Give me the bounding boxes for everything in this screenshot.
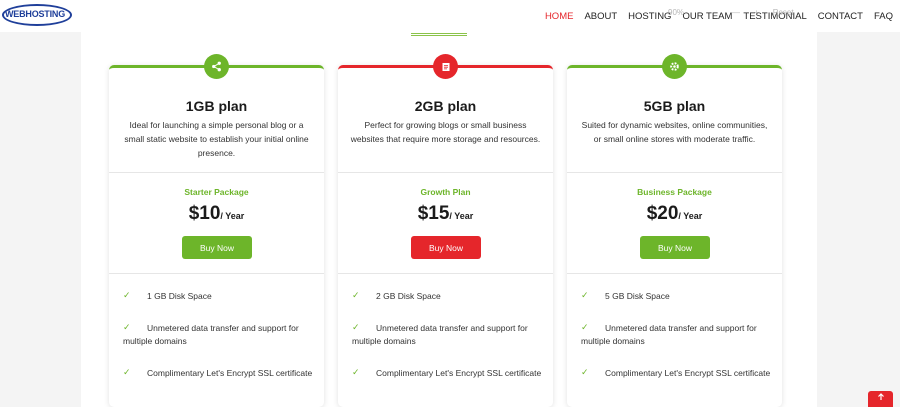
check-icon: ✓ [352,322,360,332]
plan-card-1gb: 1GB plan Ideal for launching a simple pe… [109,54,324,407]
price-amount: $15 [417,203,450,224]
feature-text: 5 GB Disk Space [605,291,670,301]
feature-item: ✓ 1 GB Disk Space [123,290,313,303]
buy-now-button[interactable]: Buy Now [411,236,481,259]
plan-description: Perfect for growing blogs or small busin… [350,120,541,144]
price-amount: $20 [646,203,679,224]
plan-price: $10/ Year [109,203,324,225]
plan-title: 2GB plan [414,98,477,114]
package-name: Business Package [637,187,712,197]
feature-text: Unmetered data transfer and support for … [352,323,528,346]
feature-item: ✓ Complimentary Let's Encrypt SSL certif… [352,367,542,380]
scroll-to-top-button[interactable] [868,391,893,407]
price-amount: $10 [188,203,221,224]
plan-title: 1GB plan [185,98,248,114]
document-icon [433,54,458,79]
feature-item: ✓ 2 GB Disk Space [352,290,542,303]
buy-now-button[interactable]: Buy Now [182,236,252,259]
divider [338,172,553,173]
price-period: / Year [220,211,245,221]
feature-text: Complimentary Let's Encrypt SSL certific… [605,368,771,378]
zoom-in-button[interactable]: + [754,8,759,17]
feature-item: ✓ Complimentary Let's Encrypt SSL certif… [581,367,771,380]
plan-card-5gb: 5GB plan Suited for dynamic websites, on… [567,54,782,407]
check-icon: ✓ [352,290,360,300]
header-bar: WEBHOSTING HOME ABOUT HOSTING OUR TEAM T… [0,0,900,32]
nav-home[interactable]: HOME [545,11,574,22]
zoom-overlay: 90% — + Reset [668,5,794,19]
section-divider [411,33,467,36]
buy-now-button[interactable]: Buy Now [640,236,710,259]
plan-description: Ideal for launching a simple personal bl… [124,120,309,158]
divider [567,273,782,274]
price-period: / Year [449,211,474,221]
feature-item: ✓ Unmetered data transfer and support fo… [581,322,771,348]
package-name: Growth Plan [420,187,471,197]
share-icon [204,54,229,79]
feature-text: Complimentary Let's Encrypt SSL certific… [376,368,542,378]
feature-text: Unmetered data transfer and support for … [581,323,757,346]
plan-price: $20/ Year [567,203,782,225]
check-icon: ✓ [123,322,131,332]
check-icon: ✓ [581,367,589,377]
plan-description: Suited for dynamic websites, online comm… [581,120,768,144]
price-period: / Year [678,211,703,221]
check-icon: ✓ [581,322,589,332]
feature-text: 2 GB Disk Space [376,291,441,301]
feature-text: 1 GB Disk Space [147,291,212,301]
check-icon: ✓ [581,290,589,300]
site-logo[interactable]: WEBHOSTING [2,4,72,26]
divider [109,273,324,274]
divider [109,172,324,173]
plan-card-2gb: 2GB plan Perfect for growing blogs or sm… [338,54,553,407]
arrow-up-icon [877,393,885,404]
feature-item: ✓ Unmetered data transfer and support fo… [123,322,313,348]
nav-faq[interactable]: FAQ [874,11,893,22]
feature-text: Unmetered data transfer and support for … [123,323,299,346]
check-icon: ✓ [123,290,131,300]
nav-hosting[interactable]: HOSTING [628,11,671,22]
divider [338,273,553,274]
check-icon: ✓ [123,367,131,377]
feature-item: ✓ Complimentary Let's Encrypt SSL certif… [123,367,313,380]
nav-contact[interactable]: CONTACT [818,11,863,22]
gear-icon [662,54,687,79]
zoom-out-button[interactable]: — [732,8,740,17]
plan-price: $15/ Year [338,203,553,225]
feature-item: ✓ Unmetered data transfer and support fo… [352,322,542,348]
feature-item: ✓ 5 GB Disk Space [581,290,771,303]
zoom-level: 90% [668,7,685,17]
plan-title: 5GB plan [643,98,706,114]
nav-about[interactable]: ABOUT [584,11,617,22]
divider [567,172,782,173]
zoom-reset-button[interactable]: Reset [773,8,794,17]
feature-text: Complimentary Let's Encrypt SSL certific… [147,368,313,378]
package-name: Starter Package [184,187,249,197]
logo-text: WEBHOSTING [5,9,65,19]
check-icon: ✓ [352,367,360,377]
